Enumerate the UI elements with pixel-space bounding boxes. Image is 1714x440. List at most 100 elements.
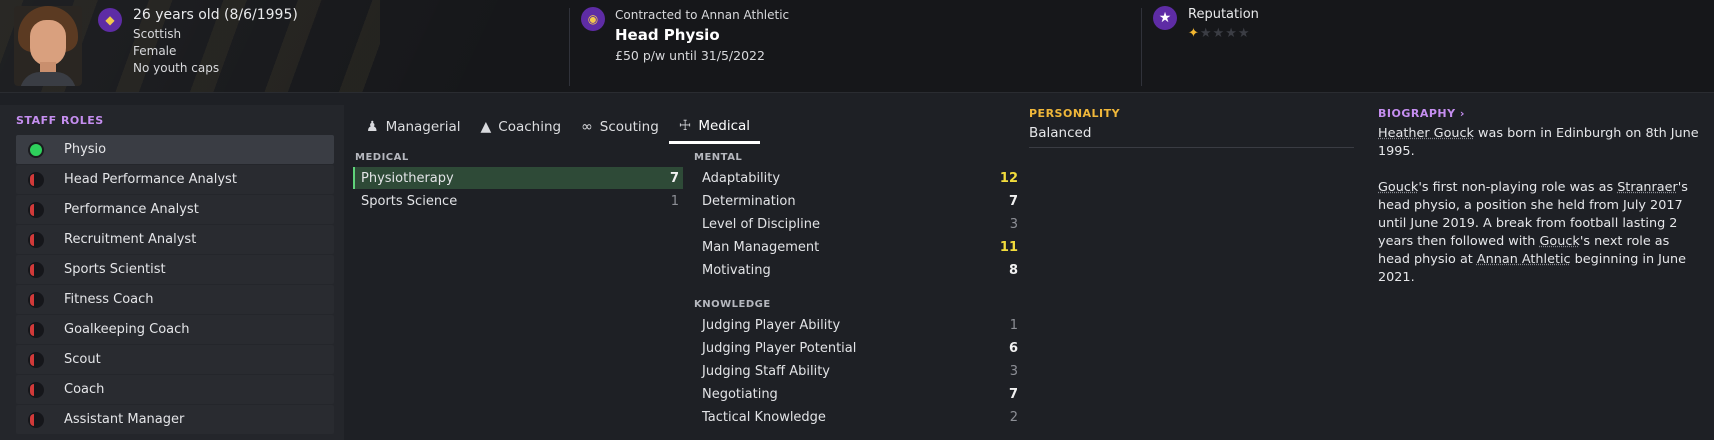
attribute-name: Level of Discipline bbox=[702, 216, 820, 232]
role-label: Physio bbox=[64, 142, 107, 157]
attribute-row[interactable]: Motivating 8 bbox=[694, 259, 1022, 281]
attribute-name: Physiotherapy bbox=[361, 170, 454, 186]
sidebar-item-role[interactable]: Scout bbox=[16, 345, 334, 374]
attribute-name: Motivating bbox=[702, 262, 771, 278]
attribute-name: Judging Player Potential bbox=[702, 340, 857, 356]
role-suitability-poor-icon bbox=[28, 291, 44, 308]
role-label: Performance Analyst bbox=[64, 202, 199, 217]
header-divider bbox=[569, 8, 570, 86]
cones-icon: ▲ bbox=[480, 119, 492, 135]
mental-section-title: MENTAL bbox=[694, 152, 743, 163]
attribute-value: 7 bbox=[669, 170, 679, 186]
attribute-name: Negotiating bbox=[702, 386, 778, 402]
attribute-row[interactable]: Judging Player Potential 6 bbox=[694, 337, 1022, 359]
tab-label: Scouting bbox=[599, 119, 659, 135]
club-crest-icon: ◆ bbox=[98, 8, 122, 32]
tab-label: Medical bbox=[698, 117, 751, 134]
sidebar-item-role[interactable]: Head Performance Analyst bbox=[16, 165, 334, 194]
biography-link[interactable]: BIOGRAPHY › bbox=[1378, 107, 1465, 120]
attribute-row[interactable]: Tactical Knowledge 2 bbox=[694, 406, 1022, 428]
role-suitability-poor-icon bbox=[28, 381, 44, 398]
attribute-value: 3 bbox=[1009, 216, 1018, 232]
tab-coaching[interactable]: ▲ Coaching bbox=[471, 110, 572, 144]
attribute-row[interactable]: Man Management 11 bbox=[694, 236, 1022, 258]
staff-roles-title: STAFF ROLES bbox=[16, 114, 104, 127]
biography-text: Heather Gouck was born in Edinburgh on 8… bbox=[1378, 125, 1704, 305]
attribute-value: 11 bbox=[999, 239, 1018, 255]
attribute-value: 3 bbox=[1009, 363, 1018, 379]
role-label: Assistant Manager bbox=[64, 412, 185, 427]
nationality-text[interactable]: Scottish bbox=[133, 26, 298, 43]
medical-kit-icon: ☩ bbox=[678, 117, 692, 134]
job-title: Head Physio bbox=[615, 26, 720, 44]
sidebar-item-role[interactable]: Coach bbox=[16, 375, 334, 404]
sidebar-item-role[interactable]: Physio bbox=[16, 135, 334, 164]
attribute-value: 8 bbox=[1008, 262, 1018, 278]
binoculars-icon: ∞ bbox=[581, 119, 593, 135]
role-suitability-poor-icon bbox=[28, 351, 44, 368]
role-label: Coach bbox=[64, 382, 105, 397]
person-link[interactable]: Gouck bbox=[1378, 180, 1418, 195]
role-label: Goalkeeping Coach bbox=[64, 322, 190, 337]
personality-value: Balanced bbox=[1029, 125, 1092, 141]
role-suitability-poor-icon bbox=[28, 231, 44, 248]
role-suitability-poor-icon bbox=[28, 321, 44, 338]
attribute-value: 12 bbox=[999, 170, 1018, 186]
attribute-name: Judging Staff Ability bbox=[702, 363, 830, 379]
role-list: Physio Head Performance Analyst Performanc… bbox=[16, 135, 334, 435]
role-suitability-poor-icon bbox=[28, 201, 44, 218]
contract-text[interactable]: Contracted to Annan Athletic bbox=[615, 7, 789, 24]
age-text: 26 years old (8/6/1995) bbox=[133, 7, 298, 23]
attribute-row[interactable]: Judging Staff Ability 3 bbox=[694, 360, 1022, 382]
person-link[interactable]: Gouck bbox=[1540, 234, 1580, 249]
tab-label: Managerial bbox=[385, 119, 461, 135]
sidebar-item-role[interactable]: Sports Scientist bbox=[16, 255, 334, 284]
tab-managerial[interactable]: ♟ Managerial bbox=[356, 110, 471, 144]
gender-text: Female bbox=[133, 44, 177, 58]
wage-text: £50 p/w until 31/5/2022 bbox=[615, 48, 765, 63]
reputation-stars: ✦★★★★ bbox=[1188, 26, 1251, 41]
reputation-label: Reputation bbox=[1188, 7, 1259, 22]
attribute-name: Tactical Knowledge bbox=[702, 409, 826, 425]
attribute-name: Man Management bbox=[702, 239, 820, 255]
bio-text-fragment: 's first non-playing role was as bbox=[1418, 180, 1618, 195]
attribute-row[interactable]: Level of Discipline 3 bbox=[694, 213, 1022, 235]
medical-section-title: MEDICAL bbox=[355, 152, 409, 163]
attribute-value: 7 bbox=[1008, 386, 1018, 402]
club-crest-icon[interactable]: ◉ bbox=[581, 7, 605, 31]
attribute-name: Judging Player Ability bbox=[702, 317, 841, 333]
attribute-value: 1 bbox=[670, 193, 679, 209]
person-link[interactable]: Heather Gouck bbox=[1378, 126, 1474, 141]
caps-text: No youth caps bbox=[133, 61, 220, 75]
role-label: Scout bbox=[64, 352, 101, 367]
sidebar-item-role[interactable]: Performance Analyst bbox=[16, 195, 334, 224]
attribute-row[interactable]: Determination 7 bbox=[694, 190, 1022, 212]
attribute-row[interactable]: Sports Science 1 bbox=[353, 190, 683, 212]
tab-scouting[interactable]: ∞ Scouting bbox=[571, 110, 669, 144]
divider bbox=[1029, 147, 1354, 148]
profile-header: ◆ 26 years old (8/6/1995) Scottish Femal… bbox=[0, 0, 1714, 93]
sidebar-item-role[interactable]: Recruitment Analyst bbox=[16, 225, 334, 254]
role-label: Head Performance Analyst bbox=[64, 172, 237, 187]
attribute-row[interactable]: Adaptability 12 bbox=[694, 167, 1022, 189]
attribute-name: Adaptability bbox=[702, 170, 781, 186]
role-label: Fitness Coach bbox=[64, 292, 154, 307]
attribute-value: 1 bbox=[1009, 317, 1018, 333]
club-link[interactable]: Annan Athletic bbox=[1477, 252, 1571, 267]
attribute-name: Determination bbox=[702, 193, 796, 209]
role-suitability-poor-icon bbox=[28, 411, 44, 428]
attribute-row[interactable]: Physiotherapy 7 bbox=[353, 167, 683, 189]
sidebar-item-role[interactable]: Fitness Coach bbox=[16, 285, 334, 314]
attribute-row[interactable]: Judging Player Ability 1 bbox=[694, 314, 1022, 336]
club-link[interactable]: Stranraer bbox=[1617, 180, 1678, 195]
person-icon: ♟ bbox=[366, 119, 379, 135]
sidebar-item-role[interactable]: Goalkeeping Coach bbox=[16, 315, 334, 344]
role-suitability-poor-icon bbox=[28, 261, 44, 278]
role-suitability-poor-icon bbox=[28, 171, 44, 188]
tab-label: Coaching bbox=[498, 119, 562, 135]
personality-title: PERSONALITY bbox=[1029, 107, 1121, 120]
attribute-row[interactable]: Negotiating 7 bbox=[694, 383, 1022, 405]
tab-medical[interactable]: ☩ Medical bbox=[668, 110, 761, 144]
role-label: Sports Scientist bbox=[64, 262, 166, 277]
sidebar-item-role[interactable]: Assistant Manager bbox=[16, 405, 334, 434]
